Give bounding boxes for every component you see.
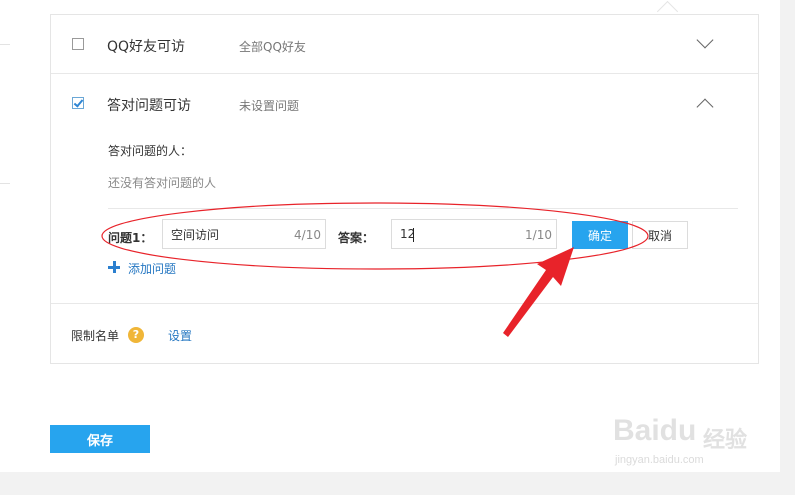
answer-question-checkbox-icon[interactable]: [72, 97, 84, 109]
baidu-watermark: Baidu 经验 jingyan.baidu.com: [613, 408, 763, 472]
qq-friends-checkbox-icon[interactable]: [72, 38, 84, 50]
watermark-brand: Baidu: [613, 414, 697, 447]
question-1-field[interactable]: 4/10: [162, 219, 326, 249]
answer-counter: 1/10: [525, 228, 552, 242]
row-divider: [51, 303, 758, 304]
blocklist-label: 限制名单: [71, 329, 120, 343]
save-button[interactable]: 保存: [50, 425, 150, 453]
add-question-link[interactable]: 添加问题: [108, 260, 176, 277]
watermark-brand-cn: 经验: [703, 428, 748, 453]
answer-label: 答案：: [338, 231, 375, 245]
row-divider: [51, 73, 758, 74]
answered-people-label: 答对问题的人：: [108, 144, 193, 158]
cancel-button[interactable]: 取消: [632, 221, 688, 249]
section-divider: [108, 208, 738, 209]
confirm-button[interactable]: 确定: [572, 221, 628, 249]
bottom-gutter: [0, 472, 795, 495]
watermark-url: jingyan.baidu.com: [615, 454, 704, 466]
left-divider-tick: [0, 44, 10, 45]
add-question-label: 添加问题: [128, 262, 177, 276]
question-1-label: 问题1：: [108, 231, 153, 245]
qq-friends-option-subtitle: 全部QQ好友: [239, 40, 306, 54]
left-divider-tick: [0, 183, 10, 184]
help-icon[interactable]: ?: [128, 327, 144, 343]
blocklist-settings-link[interactable]: 设置: [168, 327, 192, 344]
right-gutter: [780, 0, 795, 495]
plus-icon: [108, 261, 120, 273]
text-caret: [413, 228, 414, 242]
answer-question-option-subtitle: 未设置问题: [239, 99, 300, 113]
qq-friends-option-title[interactable]: QQ好友可访: [107, 36, 185, 56]
no-answers-text: 还没有答对问题的人: [108, 176, 217, 190]
answer-field[interactable]: 1/10: [391, 219, 557, 249]
answer-question-option-title[interactable]: 答对问题可访: [107, 95, 191, 115]
question-1-counter: 4/10: [294, 228, 321, 242]
